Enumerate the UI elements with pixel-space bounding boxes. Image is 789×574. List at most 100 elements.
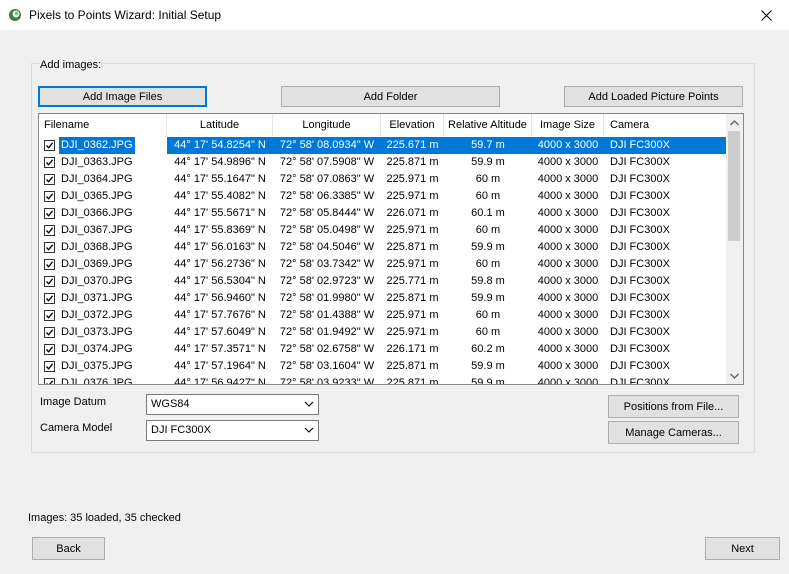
table-row[interactable]: DJI_0371.JPG 44° 17' 56.9460" N 72° 58' 01… [39, 290, 727, 307]
row-values: 44° 17' 54.8254" N 72° 58' 08.0934" W 225.… [167, 137, 727, 154]
row-checkbox[interactable] [44, 140, 55, 151]
row-checkbox[interactable] [44, 191, 55, 202]
row-values: 44° 17' 57.6049" N 72° 58' 01.9492" W 225.… [167, 324, 727, 341]
table-row[interactable]: DJI_0372.JPG 44° 17' 57.7676" N 72° 58' 01… [39, 307, 727, 324]
table-row[interactable]: DJI_0370.JPG 44° 17' 56.5304" N 72° 58' 02… [39, 273, 727, 290]
camera-cell: DJI FC300X [610, 258, 670, 270]
longitude-cell: 72° 58' 01.9980" W [279, 292, 375, 304]
row-checkbox[interactable] [44, 242, 55, 253]
camera-cell: DJI FC300X [610, 139, 670, 151]
filename-cell: DJI_0363.JPG [39, 154, 167, 171]
row-values: 44° 17' 57.3571" N 72° 58' 02.6758" W 226.… [167, 341, 727, 358]
checkmark-icon [46, 210, 54, 217]
elevation-cell: 225.871 m [386, 377, 439, 385]
filename-cell: DJI_0372.JPG [39, 307, 167, 324]
table-row[interactable]: DJI_0367.JPG 44° 17' 55.8369" N 72° 58' 05… [39, 222, 727, 239]
filename-text: DJI_0376.JPG [61, 377, 133, 385]
add-folder-button[interactable]: Add Folder [281, 86, 500, 107]
scrollbar-thumb[interactable] [728, 131, 740, 241]
window-title: Pixels to Points Wizard: Initial Setup [29, 8, 222, 22]
latitude-cell: 44° 17' 57.6049" N [174, 326, 266, 338]
filename-text: DJI_0368.JPG [61, 241, 133, 253]
add-loaded-picture-points-button[interactable]: Add Loaded Picture Points [564, 86, 743, 107]
row-checkbox[interactable] [44, 157, 55, 168]
row-checkbox[interactable] [44, 208, 55, 219]
checkmark-icon [46, 176, 54, 183]
close-button[interactable] [743, 0, 789, 30]
relative-altitude-cell: 60.1 m [471, 207, 505, 219]
table-row[interactable]: DJI_0363.JPG 44° 17' 54.9896" N 72° 58' 07… [39, 154, 727, 171]
back-button[interactable]: Back [32, 537, 105, 560]
positions-from-file-button[interactable]: Positions from File... [608, 395, 739, 418]
elevation-cell: 225.871 m [386, 292, 439, 304]
filename-cell: DJI_0370.JPG [39, 273, 167, 290]
app-logo-icon [8, 8, 22, 22]
longitude-cell: 72° 58' 02.9723" W [279, 275, 375, 287]
table-row[interactable]: DJI_0373.JPG 44° 17' 57.6049" N 72° 58' 01… [39, 324, 727, 341]
longitude-cell: 72° 58' 06.3385" W [279, 190, 375, 202]
elevation-cell: 225.971 m [386, 190, 439, 202]
longitude-cell: 72° 58' 07.5908" W [279, 156, 375, 168]
row-checkbox[interactable] [44, 276, 55, 287]
camera-cell: DJI FC300X [610, 326, 670, 338]
images-table[interactable]: Filename Latitude Longitude Elevation Re… [38, 113, 744, 385]
elevation-cell: 225.971 m [386, 224, 439, 236]
row-values: 44° 17' 56.2736" N 72° 58' 03.7342" W 225.… [167, 256, 727, 273]
table-row[interactable]: DJI_0366.JPG 44° 17' 55.5671" N 72° 58' 05… [39, 205, 727, 222]
table-row[interactable]: DJI_0362.JPG 44° 17' 54.8254" N 72° 58' 08… [39, 137, 727, 154]
camera-model-select[interactable]: DJI FC300X [146, 420, 319, 441]
column-header-filename[interactable]: Filename [39, 114, 167, 136]
row-checkbox[interactable] [44, 378, 55, 384]
filename-cell: DJI_0368.JPG [39, 239, 167, 256]
column-header-elevation[interactable]: Elevation [381, 114, 444, 136]
column-header-image-size[interactable]: Image Size [532, 114, 604, 136]
table-row[interactable]: DJI_0376.JPG 44° 17' 56.9427" N 72° 58' 03… [39, 375, 727, 385]
row-values: 44° 17' 54.9896" N 72° 58' 07.5908" W 225.… [167, 154, 727, 171]
elevation-cell: 225.971 m [386, 309, 439, 321]
row-checkbox[interactable] [44, 310, 55, 321]
filename-cell: DJI_0369.JPG [39, 256, 167, 273]
row-checkbox[interactable] [44, 259, 55, 270]
checkmark-icon [46, 227, 54, 234]
elevation-cell: 225.971 m [386, 173, 439, 185]
row-values: 44° 17' 57.1964" N 72° 58' 03.1604" W 225.… [167, 358, 727, 375]
row-checkbox[interactable] [44, 174, 55, 185]
row-checkbox[interactable] [44, 344, 55, 355]
camera-cell: DJI FC300X [610, 292, 670, 304]
manage-cameras-button[interactable]: Manage Cameras... [608, 421, 739, 444]
table-row[interactable]: DJI_0364.JPG 44° 17' 55.1647" N 72° 58' 07… [39, 171, 727, 188]
filename-text: DJI_0364.JPG [61, 173, 133, 185]
longitude-cell: 72° 58' 07.0863" W [279, 173, 375, 185]
elevation-cell: 225.871 m [386, 156, 439, 168]
scroll-up-button[interactable] [726, 114, 743, 131]
filename-cell: DJI_0371.JPG [39, 290, 167, 307]
table-row[interactable]: DJI_0369.JPG 44° 17' 56.2736" N 72° 58' 03… [39, 256, 727, 273]
next-button[interactable]: Next [705, 537, 780, 560]
table-row[interactable]: DJI_0365.JPG 44° 17' 55.4082" N 72° 58' 06… [39, 188, 727, 205]
row-values: 44° 17' 55.8369" N 72° 58' 05.0498" W 225.… [167, 222, 727, 239]
table-row[interactable]: DJI_0375.JPG 44° 17' 57.1964" N 72° 58' 03… [39, 358, 727, 375]
row-values: 44° 17' 56.5304" N 72° 58' 02.9723" W 225.… [167, 273, 727, 290]
row-checkbox[interactable] [44, 327, 55, 338]
camera-cell: DJI FC300X [610, 343, 670, 355]
image-datum-select[interactable]: WGS84 [146, 394, 319, 415]
checkmark-icon [46, 142, 54, 149]
chevron-up-icon [730, 119, 739, 125]
filename-text: DJI_0363.JPG [61, 156, 133, 168]
add-image-files-button[interactable]: Add Image Files [38, 86, 207, 107]
image-size-cell: 4000 x 3000 [537, 275, 599, 287]
image-size-cell: 4000 x 3000 [537, 190, 599, 202]
vertical-scrollbar[interactable] [726, 114, 743, 384]
column-header-latitude[interactable]: Latitude [167, 114, 273, 136]
row-checkbox[interactable] [44, 361, 55, 372]
column-header-longitude[interactable]: Longitude [273, 114, 381, 136]
row-checkbox[interactable] [44, 225, 55, 236]
chevron-down-icon [304, 427, 314, 433]
table-row[interactable]: DJI_0368.JPG 44° 17' 56.0163" N 72° 58' 04… [39, 239, 727, 256]
column-header-camera[interactable]: Camera [604, 114, 727, 136]
table-header: Filename Latitude Longitude Elevation Re… [39, 114, 727, 136]
column-header-relative-altitude[interactable]: Relative Altitude [444, 114, 532, 136]
row-checkbox[interactable] [44, 293, 55, 304]
table-row[interactable]: DJI_0374.JPG 44° 17' 57.3571" N 72° 58' 02… [39, 341, 727, 358]
scroll-down-button[interactable] [726, 367, 743, 384]
